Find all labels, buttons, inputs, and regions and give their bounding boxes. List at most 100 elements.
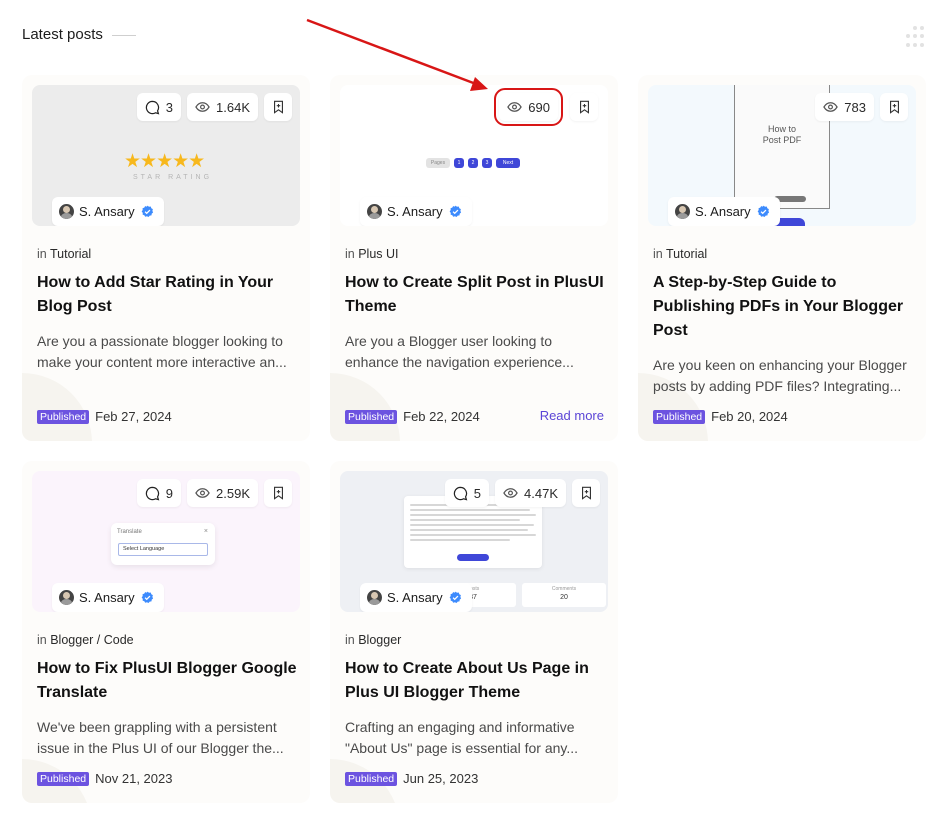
bookmark-icon <box>889 100 899 114</box>
bookmark-icon <box>579 100 589 114</box>
bookmark-icon <box>273 100 283 114</box>
category-link[interactable]: Blogger / Code <box>50 633 133 647</box>
bookmark-button[interactable] <box>264 93 292 121</box>
post-stats: 3 1.64K <box>136 93 292 121</box>
category-link[interactable]: Tutorial <box>50 247 91 261</box>
post-category: in Blogger / Code <box>37 633 134 647</box>
post-date: Feb 27, 2024 <box>95 409 172 424</box>
star-rating-caption: STAR RATING <box>133 174 213 181</box>
avatar <box>675 204 690 219</box>
post-title[interactable]: A Step-by-Step Guide to Publishing PDFs … <box>653 271 915 343</box>
post-stats: 690 <box>494 88 598 126</box>
post-title[interactable]: How to Create Split Post in PlusUI Theme <box>345 271 607 319</box>
author-chip[interactable]: S. Ansary <box>52 583 164 612</box>
grid-dots-icon[interactable] <box>906 26 928 48</box>
post-excerpt: Are you a passionate blogger looking to … <box>37 333 287 370</box>
post-date: Feb 22, 2024 <box>403 409 480 424</box>
verified-icon <box>141 591 153 604</box>
post-stats: 9 2.59K <box>136 479 292 507</box>
post-card[interactable]: Pages 1 2 3 Next S. Ansary 690 in Plus U… <box>330 75 618 441</box>
author-name: S. Ansary <box>695 204 751 219</box>
post-footer: Published Feb 20, 2024 <box>653 409 788 424</box>
post-category: in Tutorial <box>37 247 92 261</box>
post-date: Nov 21, 2023 <box>95 771 173 786</box>
author-name: S. Ansary <box>79 204 135 219</box>
eye-icon <box>195 488 210 498</box>
comment-icon <box>145 100 160 115</box>
post-title[interactable]: How to Create About Us Page in Plus UI B… <box>345 657 607 705</box>
bookmark-icon <box>273 486 283 500</box>
post-title[interactable]: How to Fix PlusUI Blogger Google Transla… <box>37 657 299 705</box>
post-excerpt: We've been grappling with a persistent i… <box>37 719 284 756</box>
verified-icon <box>141 205 153 218</box>
bookmark-button[interactable] <box>572 479 600 507</box>
pagination-graphic: Pages 1 2 3 Next <box>426 158 520 168</box>
avatar <box>59 204 74 219</box>
bookmark-icon <box>581 486 591 500</box>
title-divider <box>111 35 136 36</box>
author-chip[interactable]: S. Ansary <box>360 197 472 226</box>
post-footer: Published Feb 27, 2024 <box>37 409 172 424</box>
translate-widget-graphic: Translate × Select Language <box>111 523 215 565</box>
read-more-link[interactable]: Read more <box>540 408 604 423</box>
comment-icon <box>453 486 468 501</box>
eye-icon <box>195 102 210 112</box>
post-stats: 783 <box>815 93 908 121</box>
view-count: 1.64K <box>187 93 258 121</box>
post-title[interactable]: How to Add Star Rating in Your Blog Post <box>37 271 299 319</box>
status-badge: Published <box>653 409 706 424</box>
avatar <box>367 204 382 219</box>
view-count: 783 <box>815 93 874 121</box>
post-category: in Blogger <box>345 633 402 647</box>
author-chip[interactable]: S. Ansary <box>668 197 780 226</box>
eye-icon <box>507 102 523 112</box>
author-chip[interactable]: S. Ansary <box>360 583 472 612</box>
comment-count-value: 9 <box>165 485 174 501</box>
status-badge: Published <box>37 771 90 786</box>
verified-icon <box>449 591 461 604</box>
view-count-value: 4.47K <box>524 485 558 501</box>
author-name: S. Ansary <box>79 590 135 605</box>
post-stats: 5 4.47K <box>444 479 600 507</box>
author-chip[interactable]: S. Ansary <box>52 197 164 226</box>
section-title: Latest posts <box>22 26 103 43</box>
category-link[interactable]: Plus UI <box>358 247 398 261</box>
bookmark-button[interactable] <box>264 479 292 507</box>
post-footer: Published Feb 22, 2024 <box>345 409 480 424</box>
post-card[interactable]: ★★★★★ STAR RATING S. Ansary 3 1.64K in T… <box>22 75 310 441</box>
status-badge: Published <box>345 771 398 786</box>
comment-icon <box>145 486 160 501</box>
verified-icon <box>757 205 769 218</box>
post-card[interactable]: Posts 37 Comments 20 S. Ansary 5 4.47K i… <box>330 461 618 803</box>
section-header: Latest posts <box>22 26 136 43</box>
comment-count[interactable]: 9 <box>136 479 182 507</box>
view-count-value: 1.64K <box>216 99 250 115</box>
view-count-value: 783 <box>844 99 866 115</box>
comment-count[interactable]: 5 <box>444 479 490 507</box>
bookmark-button[interactable] <box>570 93 598 121</box>
post-card[interactable]: How to Post PDF S. Ansary 783 in Tutorial… <box>638 75 926 441</box>
post-excerpt: Are you keen on enhancing your Blogger p… <box>653 357 907 394</box>
comment-count-value: 3 <box>165 99 174 115</box>
view-count: 690 <box>494 88 563 126</box>
avatar <box>367 590 382 605</box>
category-link[interactable]: Blogger <box>358 633 401 647</box>
star-rating-graphic: ★★★★★ <box>124 151 205 172</box>
author-name: S. Ansary <box>387 590 443 605</box>
view-count-value: 2.59K <box>216 485 250 501</box>
status-badge: Published <box>345 409 398 424</box>
post-category: in Tutorial <box>653 247 708 261</box>
category-link[interactable]: Tutorial <box>666 247 707 261</box>
post-category: in Plus UI <box>345 247 399 261</box>
post-card[interactable]: Translate × Select Language S. Ansary 9 … <box>22 461 310 803</box>
post-excerpt: Crafting an engaging and informative "Ab… <box>345 719 579 756</box>
bookmark-button[interactable] <box>880 93 908 121</box>
avatar <box>59 590 74 605</box>
comment-count[interactable]: 3 <box>136 93 182 121</box>
eye-icon <box>503 488 518 498</box>
verified-icon <box>449 205 461 218</box>
post-excerpt: Are you a Blogger user looking to enhanc… <box>345 333 574 370</box>
author-name: S. Ansary <box>387 204 443 219</box>
eye-icon <box>823 102 839 112</box>
post-footer: Published Nov 21, 2023 <box>37 771 172 786</box>
